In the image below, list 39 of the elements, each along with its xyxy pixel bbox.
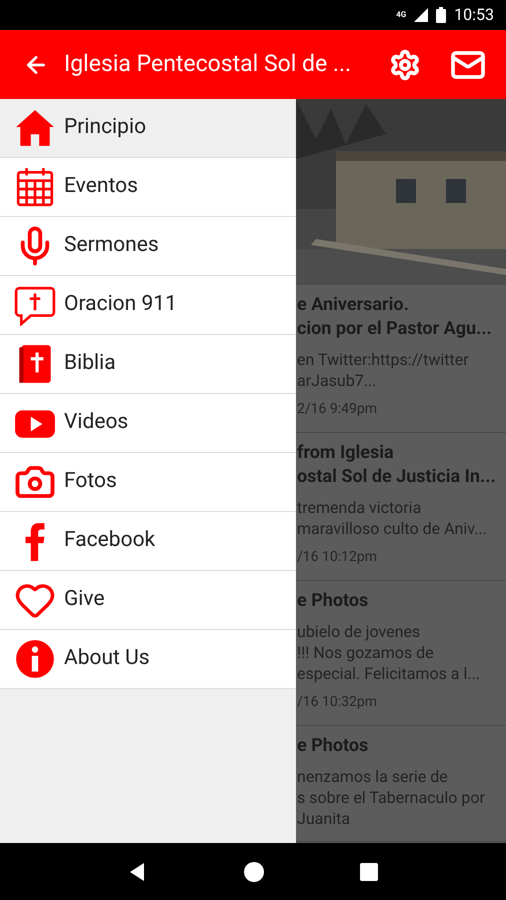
drawer-item-label: About Us	[64, 645, 150, 672]
post-title: e Photos	[297, 734, 370, 758]
network-type: 4G	[396, 9, 406, 21]
app-title: Iglesia Pentecostal Sol de ...	[64, 49, 352, 80]
signal-icon	[414, 8, 428, 22]
drawer-item[interactable]: Oracion 911	[0, 276, 296, 335]
post-excerpt: ubielo de jovenes !!! Nos gozamos de especial. Felicitamos a l...	[297, 621, 482, 684]
post-title: e Aniversario. cion por el Pastor Agu...	[297, 293, 493, 341]
drawer-item-label: Principio	[64, 114, 146, 142]
drawer-item[interactable]: Give	[0, 571, 296, 630]
post-excerpt: nenzamos la serie de s sobre el Tabernaculo por Juanita	[297, 766, 486, 829]
drawer-item[interactable]: Biblia	[0, 335, 296, 394]
drawer-item-label: Biblia	[64, 350, 116, 378]
drawer-item-label: Sermones	[64, 232, 159, 260]
drawer-item-label: Give	[64, 586, 105, 614]
drawer-item-label: Fotos	[64, 468, 117, 496]
post-title: from Iglesia ostal Sol de Justicia In...	[297, 441, 497, 489]
home-nav-button[interactable]	[244, 862, 264, 882]
drawer-item[interactable]: Sermones	[0, 217, 296, 276]
gear-icon	[389, 48, 421, 80]
speech-bubble-cross-icon	[14, 284, 56, 326]
settings-button[interactable]	[388, 48, 422, 82]
drawer-item-label: Facebook	[64, 527, 156, 554]
post-excerpt: tremenda victoria maravilloso culto de Aniv...	[297, 497, 488, 539]
drawer-item[interactable]: Videos	[0, 394, 296, 453]
battery-icon	[436, 7, 446, 23]
drawer-item[interactable]: Facebook	[0, 512, 296, 571]
drawer-item-label: Eventos	[64, 173, 138, 200]
recents-nav-button[interactable]	[360, 862, 378, 880]
info-icon	[14, 638, 56, 680]
calendar-icon	[14, 166, 56, 208]
drawer-item[interactable]: Eventos	[0, 158, 296, 217]
post-title: e Photos	[297, 589, 370, 613]
drawer-item-label: Videos	[64, 409, 128, 436]
drawer-item[interactable]: Fotos	[0, 453, 296, 512]
clock: 10:53	[454, 4, 494, 26]
drawer-item-label: Oracion 911	[64, 291, 177, 318]
drawer-item[interactable]: About Us	[0, 630, 296, 689]
post-excerpt: en Twitter:https://twitter arJasub7...	[297, 349, 470, 391]
